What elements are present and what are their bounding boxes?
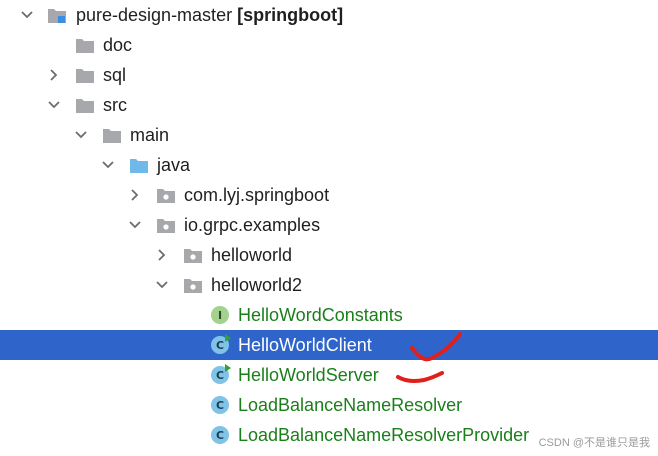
run-marker-icon [225,334,231,342]
tree-row-project[interactable]: pure-design-master [springboot] [0,0,658,30]
tree-row-class-3[interactable]: C LoadBalanceNameResolver [0,390,658,420]
chevron-down-icon[interactable] [155,278,169,292]
chevron-down-icon[interactable] [74,128,88,142]
class-badge: C [211,334,231,354]
chevron-right-icon[interactable] [155,248,169,262]
module-folder-icon [46,5,68,25]
project-name: pure-design-master [springboot] [76,5,344,25]
tree-row-class-2[interactable]: C HelloWorldServer [0,360,658,390]
tree-label-sql: sql [103,65,127,85]
tree-row-main[interactable]: main [0,120,658,150]
tree-label-class-3: LoadBalanceNameResolver [238,395,463,415]
tree-label-class-0: HelloWordConstants [238,305,403,325]
chevron-right-icon[interactable] [128,188,142,202]
folder-icon [74,95,96,115]
interface-badge: I [211,306,229,324]
tree-row-class-1[interactable]: C HelloWorldClient [0,330,658,360]
interface-icon: I [209,305,231,325]
tree-label-src: src [103,95,127,115]
package-icon [182,275,204,295]
tree-label-java: java [157,155,191,175]
tree-label-pkg-springboot: com.lyj.springboot [184,185,330,205]
package-icon [155,185,177,205]
tree-label-main: main [130,125,170,145]
class-badge: C [211,426,229,444]
watermark: CSDN @不是谁只是我 [538,437,650,449]
chevron-right-icon[interactable] [47,68,61,82]
folder-icon [74,35,96,55]
class-icon: C [209,395,231,415]
chevron-down-icon[interactable] [20,8,34,22]
tree-row-pkg-helloworld2[interactable]: helloworld2 [0,270,658,300]
package-icon [155,215,177,235]
chevron-down-icon[interactable] [101,158,115,172]
module-tag: [springboot] [237,5,344,25]
class-badge: C [211,364,231,384]
run-marker-icon [225,364,231,372]
tree-label-class-2: HelloWorldServer [238,365,379,385]
tree-row-doc[interactable]: doc [0,30,658,60]
folder-icon [101,125,123,145]
chevron-down-icon[interactable] [47,98,61,112]
runnable-class-icon: C [209,364,231,385]
source-folder-icon [128,155,150,175]
tree-row-pkg-helloworld[interactable]: helloworld [0,240,658,270]
tree-label-pkg-helloworld2: helloworld2 [211,275,303,295]
tree-row-java[interactable]: java [0,150,658,180]
chevron-down-icon[interactable] [128,218,142,232]
class-badge: C [211,396,229,414]
tree-label-class-4: LoadBalanceNameResolverProvider [238,425,530,445]
tree-row-class-0[interactable]: I HelloWordConstants [0,300,658,330]
tree-row-src[interactable]: src [0,90,658,120]
tree-label-pkg-examples: io.grpc.examples [184,215,321,235]
tree-row-pkg-examples[interactable]: io.grpc.examples [0,210,658,240]
tree-row-sql[interactable]: sql [0,60,658,90]
tree-row-pkg-springboot[interactable]: com.lyj.springboot [0,180,658,210]
package-icon [182,245,204,265]
class-icon: C [209,425,231,445]
folder-icon [74,65,96,85]
tree-label-pkg-helloworld: helloworld [211,245,293,265]
tree-label-class-1: HelloWorldClient [238,335,372,355]
tree-label-doc: doc [103,35,133,55]
runnable-class-icon: C [209,334,231,355]
